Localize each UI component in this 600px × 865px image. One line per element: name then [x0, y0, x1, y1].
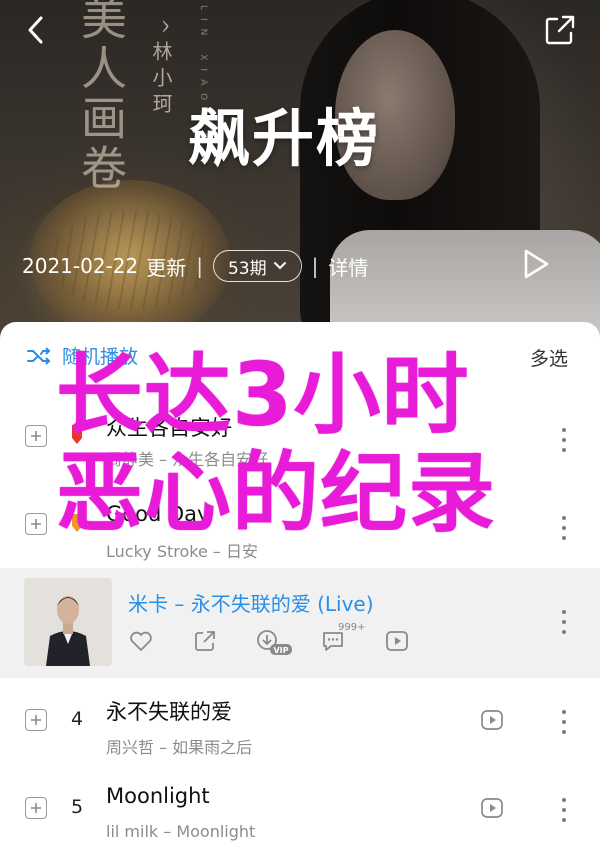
video-play-icon [481, 798, 503, 818]
play-all-button[interactable] [518, 246, 554, 282]
rank-medal-icon [72, 514, 82, 532]
song-rank [62, 424, 92, 451]
song-rank [62, 512, 92, 539]
more-options-button[interactable] [558, 516, 570, 540]
multi-select-button[interactable]: 多选 [530, 344, 568, 371]
svg-text:VIP: VIP [273, 646, 288, 655]
chart-title: 飙升榜 [188, 102, 381, 175]
add-to-playlist-button[interactable] [25, 425, 47, 447]
song-rank: 4 [70, 708, 84, 730]
issue-count: 53期 [227, 258, 267, 279]
song-row-now-playing[interactable]: 米卡 – 永不失联的爱 (Live) VIP 999+ [0, 568, 600, 678]
shuffle-label: 随机播放 [62, 346, 139, 368]
add-to-playlist-button[interactable] [25, 513, 47, 535]
video-play-icon [481, 710, 503, 730]
song-title: 永不失联的爱 [106, 700, 232, 724]
detail-link[interactable]: 详情 [328, 252, 368, 281]
shuffle-icon [27, 346, 51, 365]
more-options-button[interactable] [558, 710, 570, 734]
album-cover[interactable] [24, 578, 112, 666]
comment-count: 999+ [338, 622, 366, 633]
more-options-button[interactable] [558, 428, 570, 452]
chart-header: 美人画卷 ^林小珂 LIN XIAO KE 飙升榜 2021-02-22 更新 … [0, 0, 600, 345]
issue-selector[interactable]: 53期 [212, 250, 302, 282]
plus-icon [31, 803, 41, 813]
download-button[interactable]: VIP [256, 628, 296, 655]
chevron-down-icon [273, 262, 286, 270]
chart-meta: 2021-02-22 更新 | 53期 | 详情 [22, 248, 368, 284]
list-toolbar: 随机播放 多选 [0, 322, 600, 390]
song-artist: Lucky Stroke – 日安 [106, 542, 258, 561]
poster-artist-name: ^林小珂 [149, 18, 173, 119]
share-icon [195, 631, 215, 651]
song-artist: 周静美 – 众生各自安好 [106, 450, 269, 469]
divider: | [196, 254, 203, 278]
more-options-button[interactable] [558, 798, 570, 822]
song-row[interactable]: 众生各自安好 周静美 – 众生各自安好 [0, 400, 600, 480]
artist-photo [24, 578, 112, 666]
song-artist: lil milk – Moonlight [106, 822, 256, 841]
share-icon [545, 15, 575, 45]
mv-button[interactable] [480, 708, 504, 732]
mv-button[interactable] [480, 796, 504, 820]
share-button[interactable] [540, 10, 580, 50]
mv-button[interactable] [384, 628, 410, 654]
plus-icon [31, 519, 41, 529]
song-title: Moonlight [106, 784, 210, 808]
song-row[interactable]: 4 永不失联的爱 周兴哲 – 如果雨之后 [0, 678, 600, 768]
shuffle-play-button[interactable]: 随机播放 [26, 342, 138, 369]
now-playing-title: 米卡 – 永不失联的爱 (Live) [128, 592, 374, 616]
add-to-playlist-button[interactable] [25, 709, 47, 731]
song-title: Good Day [106, 502, 210, 526]
song-artist: 周兴哲 – 如果雨之后 [106, 738, 253, 757]
song-rank: 5 [70, 796, 84, 818]
song-list-panel: 随机播放 多选 众生各自安好 周静美 – 众生各自安好 Good Day Luc… [0, 322, 600, 865]
plus-icon [31, 715, 41, 725]
chevron-left-icon [28, 16, 43, 44]
divider: | [311, 254, 319, 278]
add-to-playlist-button[interactable] [25, 797, 47, 819]
play-icon [524, 249, 549, 279]
back-button[interactable] [18, 12, 54, 48]
rank-medal-icon [72, 426, 82, 444]
like-button[interactable] [128, 628, 154, 654]
video-play-icon [386, 631, 408, 651]
more-options-button[interactable] [558, 610, 570, 634]
song-title: 众生各自安好 [106, 416, 232, 440]
song-row[interactable]: 5 Moonlight lil milk – Moonlight [0, 768, 600, 858]
update-label: 更新 [146, 255, 187, 280]
share-song-button[interactable] [192, 628, 218, 654]
heart-icon [130, 631, 152, 651]
plus-icon [31, 431, 41, 441]
download-icon: VIP [257, 630, 292, 655]
song-row[interactable]: Good Day Lucky Stroke – 日安 [0, 488, 600, 568]
song-action-bar: VIP 999+ [128, 622, 428, 660]
update-date: 2021-02-22 [22, 254, 139, 278]
